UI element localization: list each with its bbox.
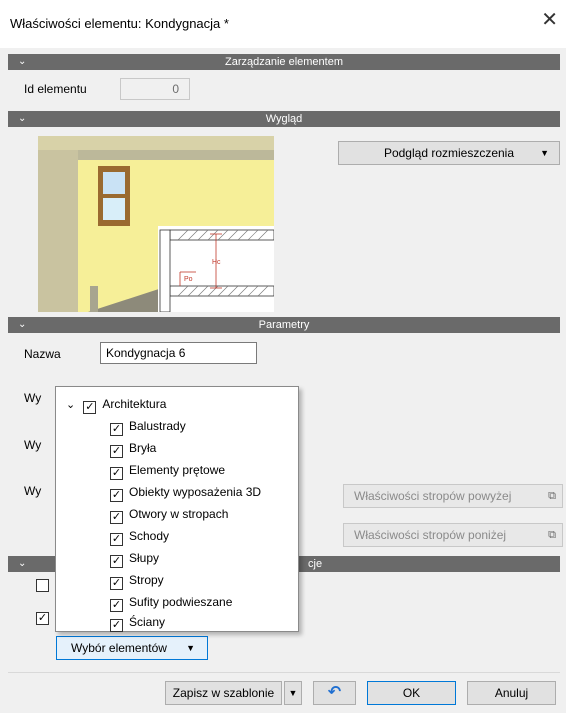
check-icon: ✓ [111,489,122,501]
id-label: Id elementu [24,82,87,96]
tree-label: Balustrady [129,419,186,433]
save-template-dropdown[interactable]: ▼ [284,681,302,705]
tree-label: Otwory w stropach [129,507,229,521]
preview-mode-dropdown[interactable]: Podgląd rozmieszczenia ▼ [338,141,560,165]
check-icon: ✓ [111,423,122,435]
floors-below-button[interactable]: Właściwości stropów poniżej ⧉ [343,523,563,547]
check-icon: ✓ [111,467,122,479]
title-bar: Właściwości elementu: Kondygnacja * ✕ [0,0,566,48]
expand-icon[interactable]: ⌄ [66,398,80,411]
chevron-down-icon: ⌄ [18,319,27,330]
close-icon[interactable]: ✕ [541,10,558,30]
elements-select-label: Wybór elementów [71,641,167,655]
checkbox[interactable]: ✓ [110,555,123,568]
tree-item-sciany[interactable]: ✓ Ściany [110,615,165,632]
external-window-icon: ⧉ [548,529,556,541]
undo-button[interactable]: ↶ [313,681,356,705]
checkbox[interactable]: ✓ [110,467,123,480]
section-title: Parametry [258,319,310,331]
tree-label: Ściany [129,615,166,629]
partial-label-1: Wy [24,391,42,405]
preview-mode-value: Podgląd rozmieszczenia [383,146,515,160]
dropdown-arrow-icon: ▼ [540,148,549,158]
undo-icon: ↶ [327,684,342,701]
tree-root-architektura[interactable]: ⌄ ✓ Architektura [66,397,166,414]
tree-label: Architektura [102,397,167,411]
checkbox[interactable]: ✓ [110,423,123,436]
section-header-management[interactable]: ⌄ Zarządzanie elementem [8,54,560,70]
save-template-label: Zapisz w szablonie [172,686,275,700]
floors-below-label: Właściwości stropów poniżej [354,528,507,542]
section-title: Wygląd [265,113,303,125]
tree-label: Bryła [129,441,157,455]
tree-label: Słupy [129,551,160,565]
tree-label: Sufity podwieszane [129,595,233,609]
preview-image: Hc Po [38,136,274,312]
dropdown-arrow-icon: ▼ [288,688,298,698]
po-label: Po [184,276,193,283]
option-checkbox-1[interactable] [36,579,49,592]
name-input[interactable]: Kondygnacja 6 [100,342,257,364]
chevron-down-icon: ⌄ [18,558,27,569]
partial-label-3: Wy [24,484,42,498]
ok-label: OK [402,686,421,700]
section-title-partial: cje [308,558,323,570]
floor-preview-illustration: Hc Po [38,136,274,312]
tree-label: Schody [129,529,170,543]
check-icon: ✓ [111,511,122,523]
checkbox[interactable]: ✓ [110,489,123,502]
tree-label: Elementy prętowe [129,463,226,477]
tree-label: Obiekty wyposażenia 3D [129,485,262,499]
cancel-label: Anuluj [494,686,529,700]
tree-label: Stropy [129,573,164,587]
external-window-icon: ⧉ [548,490,556,502]
name-label: Nazwa [24,347,61,361]
check-icon: ✓ [111,619,122,631]
tree-item-obiekty-wyposazenia-3d[interactable]: ✓ Obiekty wyposażenia 3D [110,485,261,502]
tree-item-elementy-pretowe[interactable]: ✓ Elementy prętowe [110,463,225,480]
section-title: Zarządzanie elementem [224,56,343,68]
id-field: 0 [120,78,190,100]
save-template-button[interactable]: Zapisz w szablonie [165,681,282,705]
checkbox[interactable]: ✓ [83,401,97,414]
floors-above-button[interactable]: Właściwości stropów powyżej ⧉ [343,484,563,508]
option-checkbox-2[interactable]: ✓ [36,612,49,625]
check-icon: ✓ [111,599,122,611]
checkbox[interactable]: ✓ [110,619,123,632]
checkbox[interactable]: ✓ [110,445,123,458]
tree-item-stropy[interactable]: ✓ Stropy [110,573,164,590]
tree-item-bryla[interactable]: ✓ Bryła [110,441,156,458]
checkbox[interactable]: ✓ [110,599,123,612]
chevron-down-icon: ⌄ [18,113,27,124]
dropdown-arrow-icon: ▼ [186,643,195,653]
window-title: Właściwości elementu: Kondygnacja * [10,16,229,31]
hc-label: Hc [212,259,221,266]
section-header-parameters[interactable]: ⌄ Parametry [8,317,560,333]
check-icon: ✓ [111,533,122,545]
tree-item-slupy[interactable]: ✓ Słupy [110,551,159,568]
cancel-button[interactable]: Anuluj [467,681,556,705]
checkbox[interactable]: ✓ [110,533,123,546]
footer-divider [8,672,560,673]
elements-tree-popup: ⌄ ✓ Architektura ✓ Balustrady ✓ Bryła ✓ Elem… [55,386,299,632]
check-icon: ✓ [111,577,122,589]
tree-item-balustrady[interactable]: ✓ Balustrady [110,419,186,436]
partial-label-2: Wy [24,438,42,452]
check-icon: ✓ [85,401,95,413]
tree-item-schody[interactable]: ✓ Schody [110,529,169,546]
checkbox[interactable]: ✓ [110,577,123,590]
chevron-down-icon: ⌄ [18,56,27,67]
checkbox[interactable]: ✓ [110,511,123,524]
ok-button[interactable]: OK [367,681,456,705]
tree-item-sufity-podwieszane[interactable]: ✓ Sufity podwieszane [110,595,232,612]
tree-item-otwory-w-stropach[interactable]: ✓ Otwory w stropach [110,507,228,524]
elements-select-button[interactable]: Wybór elementów ▼ [56,636,208,660]
floors-above-label: Właściwości stropów powyżej [354,489,512,503]
check-icon: ✓ [111,555,122,567]
check-icon: ✓ [37,612,48,624]
check-icon: ✓ [111,445,122,457]
section-header-appearance[interactable]: ⌄ Wygląd [8,111,560,127]
